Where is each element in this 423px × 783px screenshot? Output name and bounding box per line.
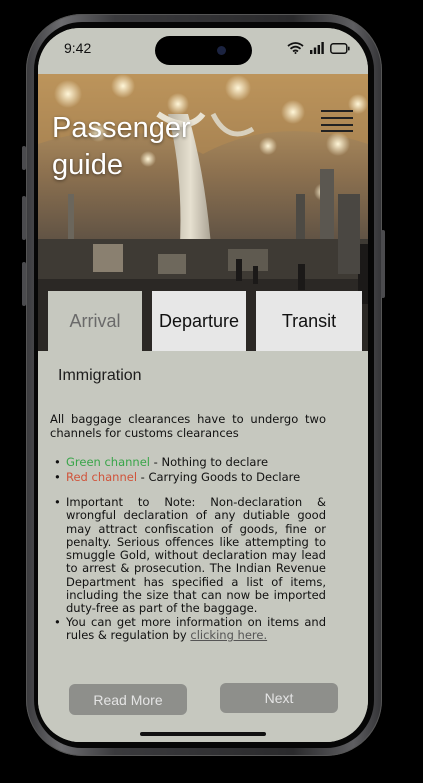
wifi-icon [287, 42, 304, 54]
important-note-text: Important to Note: Non-declaration & wro… [66, 495, 326, 616]
hamburger-menu-icon[interactable] [321, 110, 353, 132]
list-item-green-channel: Green channel - Nothing to declare [54, 455, 330, 470]
tab-arrival[interactable]: Arrival [48, 291, 142, 351]
list-item-important-note: Important to Note: Non-declaration & wro… [54, 495, 326, 616]
read-more-button[interactable]: Read More [69, 684, 187, 715]
tab-transit[interactable]: Transit [256, 291, 362, 351]
cellular-signal-icon [310, 42, 324, 54]
intro-text: All baggage clearances have to undergo t… [50, 412, 326, 440]
home-indicator[interactable] [140, 732, 266, 736]
status-time: 9:42 [64, 40, 92, 56]
green-channel-label: Green channel [66, 455, 150, 469]
notes-list: Important to Note: Non-declaration & wro… [54, 495, 326, 643]
status-icons [287, 42, 350, 54]
section-title: Immigration [58, 367, 142, 384]
tab-bar: Arrival Departure Transit [38, 291, 368, 351]
hero-title-line-1: Passenger [52, 112, 191, 144]
action-button [22, 146, 26, 170]
volume-up-button [22, 196, 26, 240]
power-button [381, 230, 385, 298]
green-channel-desc: - Nothing to declare [150, 455, 269, 469]
tab-departure[interactable]: Departure [152, 291, 246, 351]
camera-icon [217, 46, 226, 55]
channel-list: Green channel - Nothing to declare Red c… [54, 455, 330, 485]
hero-title: Passenger guide [52, 110, 252, 184]
red-channel-desc: - Carrying Goods to Declare [137, 470, 301, 484]
battery-icon [330, 43, 350, 54]
red-channel-label: Red channel [66, 470, 138, 484]
list-item-red-channel: Red channel - Carrying Goods to Declare [54, 470, 330, 485]
volume-down-button [22, 262, 26, 306]
list-item-more-info: You can get more information on items an… [54, 615, 326, 643]
next-button[interactable]: Next [220, 683, 338, 713]
app-screen: 9:42 Passenger guide Arrival Departure T… [38, 28, 368, 742]
clicking-here-link[interactable]: clicking here. [190, 628, 267, 642]
dynamic-island [155, 36, 252, 65]
content-panel: Immigration All baggage clearances have … [38, 351, 368, 742]
hero-title-line-2: guide [52, 149, 123, 181]
status-bar: 9:42 [38, 28, 368, 74]
